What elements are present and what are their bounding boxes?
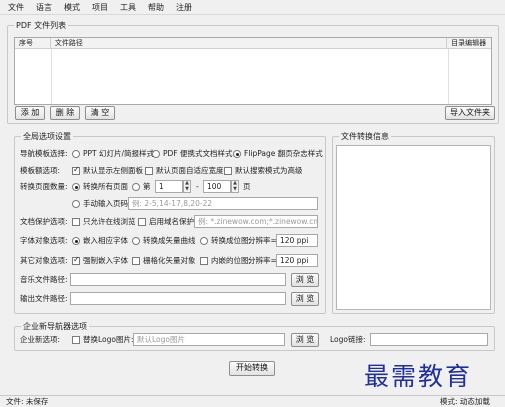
music-path-input[interactable] [70, 273, 286, 286]
show-left-panel-checkbox[interactable] [72, 165, 80, 175]
col-divider [448, 49, 449, 104]
radio-pdf-label[interactable]: PDF 便携式文档样式 [163, 148, 233, 160]
radio-bitmap-font-label[interactable]: 转换成位图: [211, 235, 251, 247]
music-path-label: 音乐文件路径: [20, 275, 68, 284]
col-toc-editor[interactable]: 目录编辑器 [447, 38, 491, 48]
radio-ppt-label[interactable]: PPT 幻灯片/简报样式 [83, 148, 154, 160]
fit-width-label[interactable]: 默认页面自适应宽度 [156, 165, 224, 177]
status-bar: 文件: 未保存 模式: 动态加载 [0, 395, 505, 407]
radio-flippage[interactable] [233, 150, 241, 158]
other-options-label: 其它对象选项: [20, 256, 68, 265]
watermark-logo: 最需教育 [364, 362, 473, 391]
clear-button[interactable]: 清 空 [85, 106, 115, 120]
enterprise-label: 企业新选项: [20, 335, 61, 344]
advanced-search-label[interactable]: 默认搜索模式为高级 [235, 165, 303, 177]
from-page-input[interactable]: 1 [155, 180, 183, 193]
convert-info-legend: 文件转换信息 [341, 132, 389, 141]
menu-mode[interactable]: 模式 [58, 0, 86, 15]
table-header: 序号 文件路径 目录编辑器 [15, 38, 491, 49]
only-online-checkbox[interactable] [72, 218, 80, 226]
inner-bitmap-label[interactable]: 内嵌的位图: [211, 255, 251, 267]
radio-embed-font-label[interactable]: 嵌入相应字体 [83, 235, 128, 247]
radio-page-range[interactable] [132, 183, 140, 191]
menu-tools[interactable]: 工具 [114, 0, 142, 15]
radio-all-pages[interactable] [72, 183, 80, 191]
output-path-label: 输出文件路径: [20, 294, 68, 303]
to-page-stepper[interactable]: ▲ ▼ [231, 180, 239, 193]
domain-protect-checkbox[interactable] [138, 218, 146, 226]
from-page-label: 第 [143, 182, 151, 191]
radio-embed-font[interactable] [72, 237, 80, 245]
replace-logo-label[interactable]: 替换Logo图片: [83, 334, 134, 346]
logo-browse-button[interactable]: 浏 览 [291, 333, 319, 347]
logo-image-input[interactable]: 默认Logo图片 [133, 333, 285, 346]
pdf-file-table[interactable]: 序号 文件路径 目录编辑器 [14, 37, 492, 105]
force-embed-label[interactable]: 强制嵌入字体 [83, 255, 128, 267]
radio-vector-font-label[interactable]: 转换成矢量曲线 [143, 235, 196, 247]
menu-register[interactable]: 注册 [170, 0, 198, 15]
manual-pages-input[interactable]: 例: 2-5,14-17,8,20-22 [128, 197, 318, 210]
range-dash: - [196, 182, 199, 191]
domain-input[interactable]: 例: *.zinewow.com;*.zinewow.cn [194, 215, 318, 228]
template-options-label: 模板额选项: [20, 166, 61, 175]
add-button[interactable]: 添 加 [15, 106, 45, 120]
status-mode: 模式: 动态加载 [440, 397, 490, 406]
logo-link-label: Logo链接: [330, 335, 366, 344]
import-folder-button[interactable]: 导入文件夹 [445, 106, 495, 120]
col-index[interactable]: 序号 [15, 38, 51, 48]
radio-manual-pages[interactable] [72, 200, 80, 208]
radio-all-pages-label[interactable]: 转换所有页面 [83, 181, 128, 193]
rasterize-label[interactable]: 栅格化矢量对象 [143, 255, 196, 267]
start-convert-button[interactable]: 开始转换 [229, 361, 275, 376]
delete-button[interactable]: 删 除 [50, 106, 80, 120]
advanced-search-checkbox[interactable] [224, 167, 232, 175]
other-dpi-label: 分辨率= [248, 256, 277, 265]
convert-info-box[interactable] [336, 145, 491, 310]
inner-bitmap-checkbox[interactable] [200, 257, 208, 265]
font-options-label: 字体对象选项: [20, 236, 68, 245]
logo-link-input[interactable] [370, 333, 488, 346]
menu-help[interactable]: 帮助 [142, 0, 170, 15]
menu-language[interactable]: 语言 [30, 0, 58, 15]
radio-vector-font[interactable] [132, 237, 140, 245]
rasterize-checkbox[interactable] [132, 257, 140, 265]
domain-protect-label[interactable]: 启用域名保护 [149, 216, 194, 228]
global-options-legend: 全局选项设置 [23, 132, 71, 141]
menu-project[interactable]: 项目 [86, 0, 114, 15]
font-dpi-label: 分辨率= [248, 236, 277, 245]
radio-flippage-label[interactable]: FlipPage 翻页杂志样式 [244, 148, 323, 160]
from-page-stepper[interactable]: ▲ ▼ [183, 180, 191, 193]
force-embed-checkbox[interactable] [72, 255, 80, 265]
col-divider [51, 49, 52, 104]
output-path-input[interactable] [70, 292, 286, 305]
only-online-label[interactable]: 只允许在线浏览 [83, 216, 136, 228]
enterprise-options-legend: 企业新导航器选项 [23, 322, 87, 331]
page-unit: 页 [243, 182, 251, 191]
col-path[interactable]: 文件路径 [51, 38, 448, 48]
font-dpi-input[interactable]: 120 ppi [276, 234, 318, 247]
output-browse-button[interactable]: 浏 览 [291, 292, 319, 306]
pdf-list-legend: PDF 文件列表 [16, 21, 67, 30]
show-left-panel-label[interactable]: 默认显示左侧面板 [83, 165, 143, 177]
protection-label: 文档保护选项: [20, 217, 68, 226]
nav-template-label: 导航模板选择: [20, 149, 68, 158]
radio-bitmap-font[interactable] [200, 237, 208, 245]
menu-bar: 文件 语言 模式 项目 工具 帮助 注册 [0, 0, 505, 15]
music-browse-button[interactable]: 浏 览 [291, 273, 319, 287]
fit-width-checkbox[interactable] [145, 167, 153, 175]
replace-logo-checkbox[interactable] [72, 336, 80, 344]
page-range-label: 转换页面数量: [20, 182, 68, 191]
menu-file[interactable]: 文件 [2, 0, 30, 15]
radio-pdf[interactable] [152, 150, 160, 158]
status-text: 文件: 未保存 [6, 397, 49, 406]
radio-ppt[interactable] [72, 150, 80, 158]
radio-manual-pages-label[interactable]: 手动输入页码 [83, 198, 128, 210]
to-page-input[interactable]: 100 [203, 180, 231, 193]
other-dpi-input[interactable]: 120 ppi [276, 254, 318, 267]
